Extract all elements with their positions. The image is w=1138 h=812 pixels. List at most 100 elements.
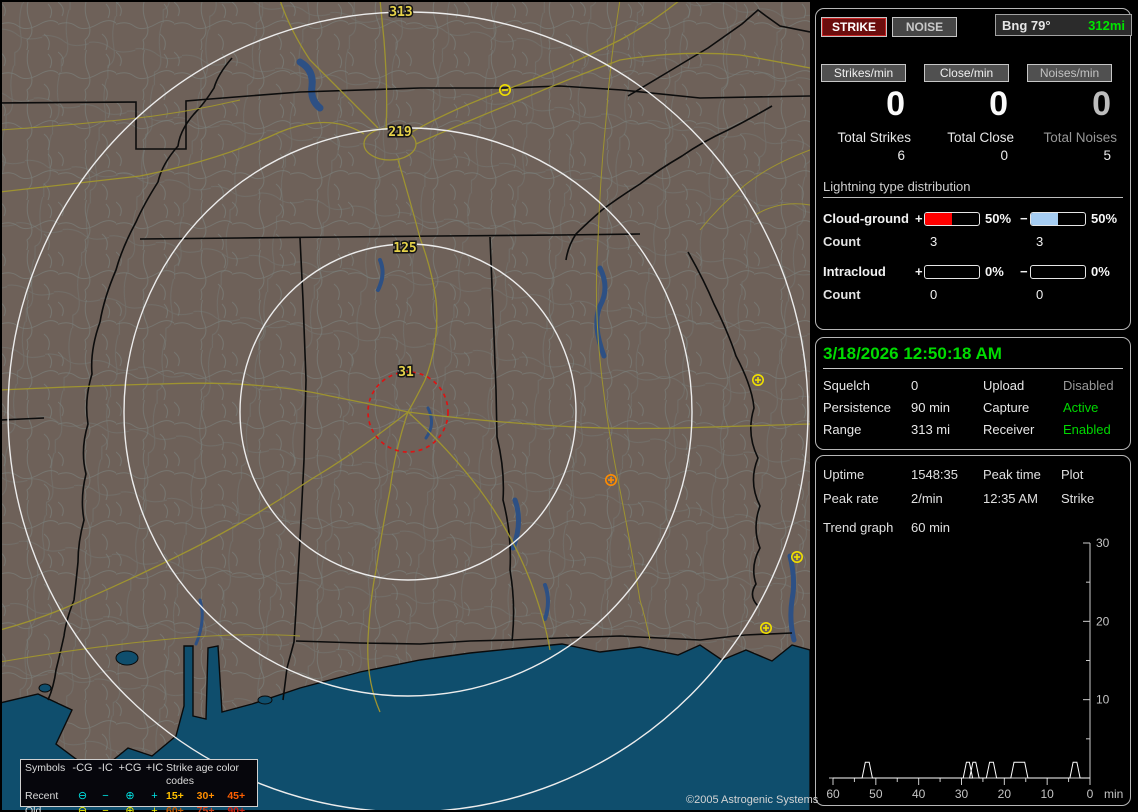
svg-text:20: 20 [998, 787, 1012, 801]
old-neg-cg-icon: ⊖ [77, 805, 88, 812]
total-noises-value: 5 [1103, 148, 1111, 163]
ring-label-125: 125 [393, 241, 416, 256]
total-noises-label: Total Noises [1043, 130, 1117, 145]
range-value: 313 mi [911, 422, 951, 437]
ic-negative-bar [1030, 264, 1086, 279]
recent-age-codes: 15+ 30+ 45+ [166, 790, 258, 803]
age-code-45+: 45+ [227, 790, 246, 802]
trend-graph: 10 20 30 60 50 40 30 20 10 0 min [826, 536, 1123, 801]
trend-graph-window: 60 min [911, 520, 951, 535]
total-close-value: 0 [1000, 148, 1008, 163]
recent-neg-ic-icon: − [102, 790, 109, 802]
noise-mode-button[interactable]: NOISE [892, 17, 957, 37]
lightning-type-distribution: Lightning type distribution Cloud-ground… [823, 179, 1123, 306]
recent-neg-cg-icon: ⊖ [77, 790, 88, 802]
cg-negative-pct: 50% [1091, 211, 1118, 226]
svg-text:60: 60 [826, 787, 840, 801]
ring-label-219: 219 [388, 125, 411, 140]
uptime-grid: Uptime 1548:35 Peak time Plot Peak rate … [823, 467, 1123, 506]
trend-graph-label: Trend graph [823, 520, 894, 535]
status-panel: STRIKE NOISE Bng 79° 312mi Strikes/min 0… [815, 0, 1133, 812]
cg-positive-bar [924, 211, 980, 226]
strikes-per-min-value: 0 [886, 85, 905, 123]
legend-row-old: Old ⊖ − ⊕ + 60+ 75+ 90+ [21, 803, 257, 812]
receiver-value: Enabled [1063, 422, 1111, 437]
svg-text:40: 40 [912, 787, 926, 801]
ic-positive-pct: 0% [985, 264, 1004, 279]
plot-label: Plot [1061, 467, 1084, 482]
old-pos-cg-icon: ⊕ [125, 805, 135, 812]
noises-per-min-button[interactable]: Noises/min [1027, 64, 1112, 82]
datetime-display: 3/18/2026 12:50:18 AM [823, 344, 1123, 369]
ring-label-31: 31 [398, 365, 414, 380]
cg-positive-pct: 50% [985, 211, 1012, 226]
distribution-title: Lightning type distribution [823, 179, 1123, 198]
svg-text:10: 10 [1040, 787, 1054, 801]
svg-text:50: 50 [869, 787, 883, 801]
squelch-label: Squelch [823, 378, 870, 393]
recent-pos-cg-icon: ⊕ [125, 790, 135, 802]
legend-col-nic: -IC [98, 762, 113, 774]
legend-col-ncg: -CG [72, 762, 93, 774]
counters-section: STRIKE NOISE Bng 79° 312mi Strikes/min 0… [815, 8, 1132, 330]
persistence-label: Persistence [823, 400, 891, 415]
legend-symbols-title: Symbols [25, 762, 66, 774]
persistence-value: 90 min [911, 400, 951, 415]
map-legend: Symbols -CG -IC +CG +IC Strike age color… [20, 759, 258, 812]
system-status-section: 3/18/2026 12:50:18 AM Squelch 0 Upload D… [815, 337, 1131, 450]
age-code-90+: 90+ [227, 805, 246, 812]
legend-col-pcg: +CG [118, 762, 142, 774]
age-code-60+: 60+ [166, 805, 184, 812]
cg-positive-count: 3 [930, 234, 938, 249]
total-strikes-label: Total Strikes [837, 130, 911, 145]
legend-row-recent: Recent ⊖ − ⊕ + 15+ 30+ 45+ [21, 788, 257, 803]
total-strikes-value: 6 [897, 148, 905, 163]
upload-value: Disabled [1063, 378, 1114, 393]
copyright-text: ©2005 Astrogenic Systems [686, 794, 819, 806]
svg-text:20: 20 [1096, 614, 1110, 628]
peak-time-value: 12:35 AM [983, 491, 1038, 506]
noises-per-min-value: 0 [1092, 85, 1111, 123]
squelch-value: 0 [911, 378, 919, 393]
upload-label: Upload [983, 378, 1025, 393]
close-per-min-value: 0 [989, 85, 1008, 123]
bearing-display: Bng 79° 312mi [995, 14, 1132, 36]
svg-text:min: min [1104, 787, 1123, 801]
receiver-label: Receiver [983, 422, 1035, 437]
intracloud-row: Intracloud + 0% − 0% [823, 260, 1123, 283]
strike-mode-button[interactable]: STRIKE [821, 17, 887, 37]
age-code-15+: 15+ [166, 790, 184, 802]
bearing-value: Bng 79° [1002, 17, 1051, 33]
uptime-label: Uptime [823, 467, 865, 482]
svg-text:0: 0 [1087, 787, 1094, 801]
ring-label-313: 313 [389, 5, 412, 20]
cloud-ground-count-row: Count 3 3 [823, 230, 1123, 253]
svg-text:30: 30 [955, 787, 969, 801]
cloud-ground-row: Cloud-ground + 50% − 50% [823, 207, 1123, 230]
noises-per-min-counter: Noises/min 0 Total Noises 5 [1027, 64, 1127, 163]
trend-section: Uptime 1548:35 Peak time Plot Peak rate … [815, 455, 1131, 806]
svg-text:30: 30 [1096, 536, 1110, 550]
strike-map[interactable]: 313 219 125 31 [2, 2, 810, 810]
age-code-30+: 30+ [196, 790, 215, 802]
peak-rate-label: Peak rate [823, 491, 879, 506]
svg-text:10: 10 [1096, 693, 1110, 707]
plot-type-value: Strike [1061, 491, 1095, 506]
uptime-value: 1548:35 [911, 467, 958, 482]
strikes-per-min-counter: Strikes/min 0 Total Strikes 6 [821, 64, 921, 163]
capture-label: Capture [983, 400, 1030, 415]
strikes-per-min-button[interactable]: Strikes/min [821, 64, 906, 82]
close-per-min-button[interactable]: Close/min [924, 64, 1009, 82]
legend-header-row: Symbols -CG -IC +CG +IC Strike age color… [21, 760, 257, 788]
range-label: Range [823, 422, 862, 437]
capture-value: Active [1063, 400, 1099, 415]
close-per-min-counter: Close/min 0 Total Close 0 [924, 64, 1024, 163]
status-grid: Squelch 0 Upload Disabled Persistence 90… [823, 378, 1123, 437]
intracloud-count-row: Count 0 0 [823, 283, 1123, 306]
old-age-codes: 60+ 75+ 90+ [166, 805, 258, 812]
recent-pos-ic-icon: + [151, 790, 158, 802]
peak-time-label: Peak time [983, 467, 1041, 482]
age-code-75+: 75+ [196, 805, 215, 812]
ic-negative-pct: 0% [1091, 264, 1110, 279]
ic-positive-count: 0 [930, 287, 938, 302]
